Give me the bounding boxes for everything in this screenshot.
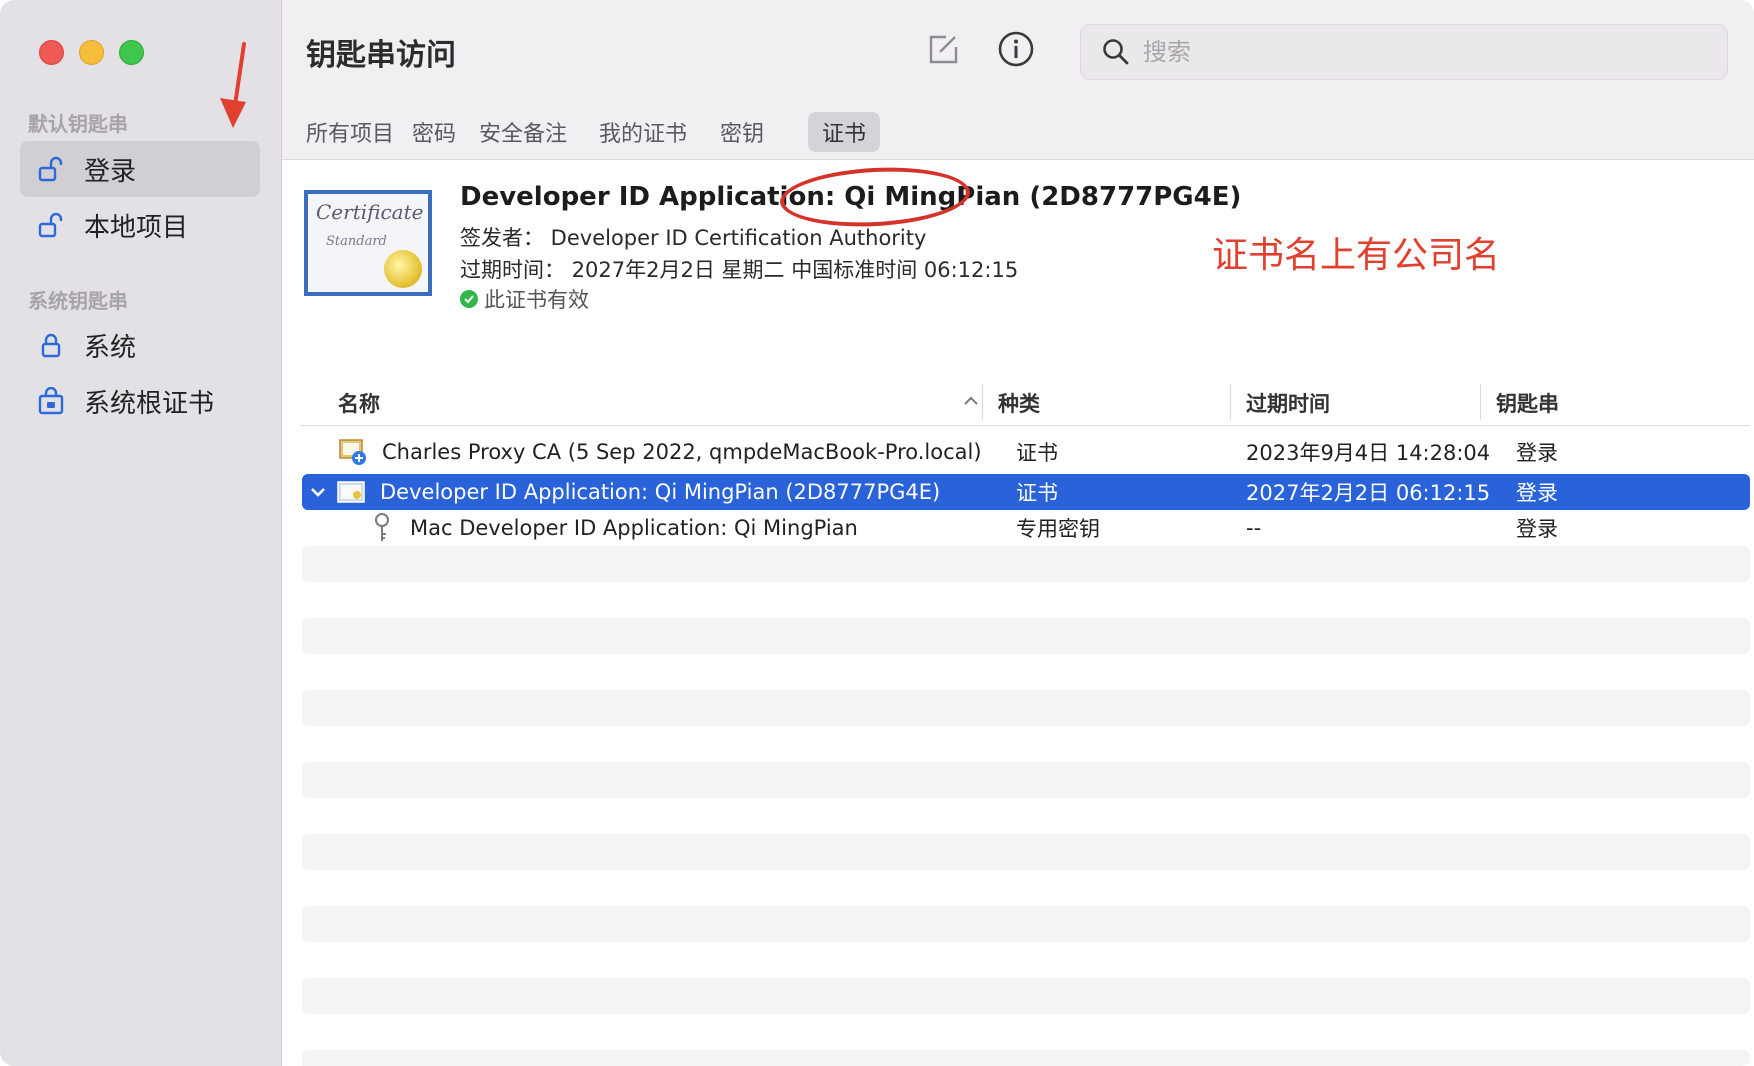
- compose-button[interactable]: [922, 30, 964, 72]
- locked-padlock-icon: [36, 330, 66, 360]
- search-icon: [1101, 37, 1131, 67]
- info-icon: [997, 30, 1035, 72]
- close-window-button[interactable]: [39, 40, 64, 65]
- certificate-image-title: Certificate: [316, 200, 424, 224]
- empty-row: [302, 690, 1750, 726]
- row-keychain: 登录: [1516, 517, 1558, 541]
- sidebar-item-local-items[interactable]: 本地项目: [20, 197, 260, 253]
- empty-row: [302, 978, 1750, 1014]
- keychain-window: 默认钥匙串 登录 本地项目 系统钥匙串 系统 系统根证书 钥匙串访问 搜索 所有…: [0, 0, 1754, 1066]
- tab-certificates[interactable]: 证书: [808, 112, 881, 152]
- sidebar-item-login[interactable]: 登录: [20, 141, 260, 197]
- minimize-window-button[interactable]: [79, 40, 104, 65]
- row-expires: --: [1246, 516, 1262, 540]
- empty-row: [302, 762, 1750, 798]
- certificate-detail: Certificate Standard Developer ID Applic…: [282, 160, 1754, 380]
- row-name: Charles Proxy CA (5 Sep 2022, qmpdeMacBo…: [382, 440, 982, 464]
- sidebar-item-system-roots[interactable]: 系统根证书: [20, 373, 260, 429]
- category-tabs: 所有项目 密码 安全备注 我的证书 密钥 证书: [282, 104, 1754, 160]
- status-text: 此证书有效: [484, 288, 589, 312]
- table-row-selected[interactable]: Developer ID Application: Qi MingPian (2…: [302, 474, 1750, 510]
- column-divider[interactable]: [982, 384, 983, 420]
- info-button[interactable]: [995, 30, 1037, 72]
- empty-row: [302, 1050, 1750, 1066]
- sort-ascending-icon[interactable]: [962, 392, 980, 414]
- table-row[interactable]: Charles Proxy CA (5 Sep 2022, qmpdeMacBo…: [302, 434, 1750, 470]
- certificate-status: 此证书有效: [460, 284, 589, 314]
- tab-all-items[interactable]: 所有项目: [292, 112, 408, 152]
- arrow-annotation: [212, 40, 252, 134]
- certificate-plus-icon: [338, 434, 368, 470]
- valid-check-icon: [460, 290, 478, 308]
- column-header-kind[interactable]: 种类: [998, 380, 1040, 426]
- tab-passwords[interactable]: 密码: [398, 112, 470, 152]
- locked-cabinet-icon: [36, 386, 66, 416]
- row-keychain: 登录: [1516, 441, 1558, 465]
- sidebar: 默认钥匙串 登录 本地项目 系统钥匙串 系统 系统根证书: [0, 0, 282, 1066]
- annotation-text: 证书名上有公司名: [1212, 235, 1501, 276]
- column-header-keychain[interactable]: 钥匙串: [1496, 380, 1559, 426]
- default-keychains-heading: 默认钥匙串: [28, 112, 128, 136]
- key-icon: [372, 510, 392, 546]
- table-row[interactable]: Mac Developer ID Application: Qi MingPia…: [302, 510, 1750, 546]
- sidebar-item-label: 登录: [84, 156, 137, 187]
- tab-my-certificates[interactable]: 我的证书: [585, 112, 701, 152]
- compose-icon: [926, 32, 960, 70]
- table-header: 名称 种类 过期时间 钥匙串: [300, 380, 1750, 426]
- toolbar: 钥匙串访问: [282, 0, 1754, 104]
- seal-icon: [384, 250, 422, 288]
- empty-row: [302, 906, 1750, 942]
- disclosure-chevron-down-icon[interactable]: [308, 474, 328, 510]
- search-field[interactable]: [1080, 24, 1728, 80]
- row-name: Developer ID Application: Qi MingPian (2…: [380, 480, 941, 504]
- empty-row: [302, 834, 1750, 870]
- row-expires: 2023年9月4日 14:28:04: [1246, 441, 1491, 465]
- row-kind: 证书: [1016, 481, 1058, 505]
- row-keychain: 登录: [1516, 481, 1558, 505]
- window-title: 钥匙串访问: [306, 38, 456, 73]
- column-divider[interactable]: [1480, 384, 1481, 420]
- sidebar-item-label: 系统: [84, 332, 137, 363]
- column-divider[interactable]: [1230, 384, 1231, 420]
- certificate-image: Certificate Standard: [304, 190, 432, 296]
- unlocked-padlock-icon: [36, 154, 66, 184]
- certificate-image-subtitle: Standard: [326, 234, 387, 249]
- sidebar-item-system[interactable]: 系统: [20, 317, 260, 373]
- column-header-expires[interactable]: 过期时间: [1246, 380, 1330, 426]
- empty-row: [302, 618, 1750, 654]
- tab-secure-notes[interactable]: 安全备注: [465, 112, 581, 152]
- row-kind: 证书: [1016, 441, 1058, 465]
- column-header-name[interactable]: 名称: [338, 380, 380, 426]
- row-name: Mac Developer ID Application: Qi MingPia…: [410, 516, 858, 540]
- empty-row: [302, 546, 1750, 582]
- certificate-issuer: 签发者： Developer ID Certification Authorit…: [460, 226, 927, 250]
- search-input[interactable]: [1143, 38, 1703, 66]
- system-keychains-heading: 系统钥匙串: [28, 289, 128, 313]
- tab-keys[interactable]: 密钥: [706, 112, 778, 152]
- certificate-expiry: 过期时间： 2027年2月2日 星期二 中国标准时间 06:12:15: [460, 258, 1019, 282]
- sidebar-item-label: 本地项目: [84, 212, 189, 243]
- row-expires: 2027年2月2日 06:12:15: [1246, 481, 1491, 505]
- sidebar-item-label: 系统根证书: [84, 388, 215, 419]
- unlocked-padlock-icon: [36, 210, 66, 240]
- items-table: 名称 种类 过期时间 钥匙串 Charles Proxy CA (5 Sep 2…: [282, 380, 1754, 1066]
- row-kind: 专用密钥: [1016, 517, 1100, 541]
- zoom-window-button[interactable]: [119, 40, 144, 65]
- certificate-icon: [336, 474, 366, 510]
